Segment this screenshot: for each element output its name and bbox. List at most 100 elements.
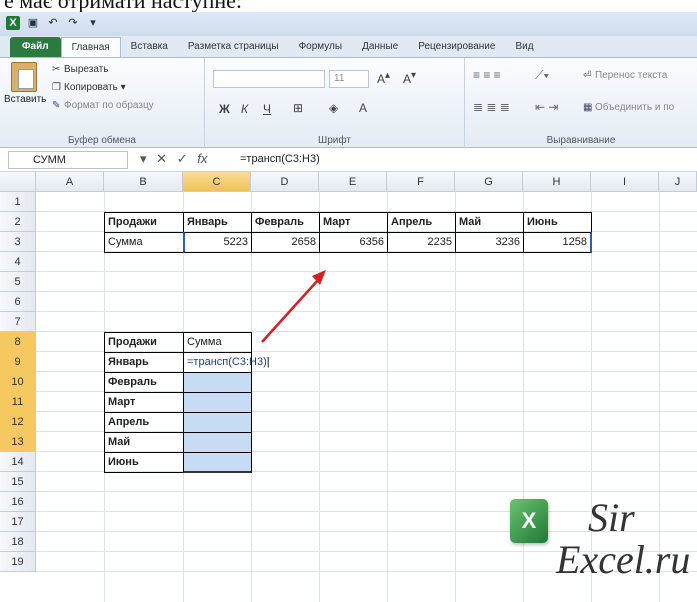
formula-input[interactable]: =трансп(C3:H3) [240,151,690,169]
row-header-19[interactable]: 19 [0,552,36,572]
row-header-4[interactable]: 4 [0,252,36,272]
table1-header-cell[interactable]: Май [455,212,524,233]
row-header-9[interactable]: 9 [0,352,36,372]
column-header-b[interactable]: B [104,172,183,192]
table1-value-cell[interactable]: 6356 [319,232,388,253]
row-header-17[interactable]: 17 [0,512,36,532]
grow-font-icon[interactable]: A▴ [377,70,390,86]
paste-button[interactable]: Вставить [4,62,46,122]
merge-button[interactable]: ▦ Объединить и по [583,102,674,113]
table1-value-cell[interactable]: 2235 [387,232,456,253]
table2-label-cell[interactable]: Март [104,392,184,413]
selected-range-cell[interactable] [183,392,252,413]
save-icon[interactable]: ▣ [26,16,40,30]
row-header-3[interactable]: 3 [0,232,36,252]
clipboard-icon [11,62,37,92]
tab-insert[interactable]: Вставка [121,37,178,57]
font-name-select[interactable] [213,70,325,88]
name-box[interactable]: СУММ [8,151,128,169]
selected-range-cell[interactable] [183,412,252,433]
column-header-d[interactable]: D [251,172,319,192]
column-header-c[interactable]: C [183,172,251,192]
selected-range-cell[interactable] [183,372,252,393]
table1-header-cell[interactable]: Февраль [251,212,320,233]
column-header-j[interactable]: J [659,172,697,192]
enter-icon[interactable]: ✓ [177,151,188,166]
row-header-15[interactable]: 15 [0,472,36,492]
tab-formulas[interactable]: Формулы [289,37,353,57]
borders-icon[interactable]: ⊞ [293,101,303,115]
table1-row-label[interactable]: Сумма [104,232,184,253]
redo-icon[interactable]: ↷ [66,16,80,30]
row-header-16[interactable]: 16 [0,492,36,512]
table2-label-cell[interactable]: Июнь [104,452,184,473]
italic-button[interactable]: К [241,102,248,116]
column-header-a[interactable]: A [36,172,104,192]
align-left-icon[interactable]: ≣ ≣ ≣ [473,100,510,114]
format-painter-button[interactable]: ✎ Формат по образцу [52,100,154,111]
tab-data[interactable]: Данные [352,37,408,57]
row-header-8[interactable]: 8 [0,332,36,352]
function-icon[interactable]: fx [197,151,207,166]
table1-header-cell[interactable]: Март [319,212,388,233]
selected-range-cell[interactable] [183,432,252,453]
table2-label-cell[interactable]: Январь [104,352,184,373]
tab-review[interactable]: Рецензирование [408,37,505,57]
selected-range-cell[interactable] [183,452,252,473]
shrink-font-icon[interactable]: A▾ [403,70,416,86]
table2-label-cell[interactable]: Май [104,432,184,453]
font-size-select[interactable]: 11 [329,70,369,88]
font-group-label: Шрифт [318,135,351,146]
font-color-icon[interactable]: A [359,101,367,115]
table1-value-cell[interactable]: 3236 [455,232,524,253]
fill-color-icon[interactable]: ◈ [329,101,338,115]
table2-header-left[interactable]: Продажи [104,332,184,353]
wrap-text-button[interactable]: ⏎ Перенос текста [583,70,667,81]
row-header-6[interactable]: 6 [0,292,36,312]
table1-header-cell[interactable]: Апрель [387,212,456,233]
row-header-12[interactable]: 12 [0,412,36,432]
bold-button[interactable]: Ж [219,102,230,116]
table2-header-right[interactable]: Сумма [183,332,252,353]
row-header-13[interactable]: 13 [0,432,36,452]
table1-value-cell[interactable]: 2658 [251,232,320,253]
ribbon: Вставить ✂ Вырезать ❐ Копировать ▾ ✎ Формат… [0,58,697,148]
table2-label-cell[interactable]: Апрель [104,412,184,433]
table1-value-cell[interactable]: 5223 [183,232,252,253]
tab-page-layout[interactable]: Разметка страницы [178,37,289,57]
customize-icon[interactable]: ▾ [86,16,100,30]
orientation-icon[interactable]: ⟋▾ [535,68,549,83]
select-all-corner[interactable] [0,172,36,192]
row-header-5[interactable]: 5 [0,272,36,292]
column-header-g[interactable]: G [455,172,523,192]
table2-label-cell[interactable]: Февраль [104,372,184,393]
row-header-7[interactable]: 7 [0,312,36,332]
cut-button[interactable]: ✂ Вырезать [52,64,108,75]
table1-value-cell[interactable]: 1258 [523,232,592,253]
row-header-18[interactable]: 18 [0,532,36,552]
underline-button[interactable]: Ч [263,102,271,116]
row-header-2[interactable]: 2 [0,212,36,232]
tab-file[interactable]: Файл [10,37,61,57]
row-header-1[interactable]: 1 [0,192,36,212]
table1-header-cell[interactable]: Продажи [104,212,184,233]
tab-home[interactable]: Главная [60,37,121,57]
cancel-icon[interactable]: ✕ [156,151,167,166]
row-header-11[interactable]: 11 [0,392,36,412]
undo-icon[interactable]: ↶ [46,16,60,30]
tab-view[interactable]: Вид [505,37,543,57]
row-header-14[interactable]: 14 [0,452,36,472]
clipboard-group-label: Буфер обмена [68,135,136,146]
column-header-i[interactable]: I [591,172,659,192]
align-top-icon[interactable]: ≡ ≡ ≡ [473,68,501,82]
row-header-10[interactable]: 10 [0,372,36,392]
copy-button[interactable]: ❐ Копировать ▾ [52,82,126,93]
column-header-e[interactable]: E [319,172,387,192]
dropdown-icon[interactable]: ▾ [140,151,147,166]
active-cell-editor[interactable]: =трансп(C3:H3)| [183,352,270,373]
column-header-h[interactable]: H [523,172,591,192]
column-header-f[interactable]: F [387,172,455,192]
table1-header-cell[interactable]: Январь [183,212,252,233]
indent-icon[interactable]: ⇤ ⇥ [535,100,558,114]
table1-header-cell[interactable]: Июнь [523,212,592,233]
